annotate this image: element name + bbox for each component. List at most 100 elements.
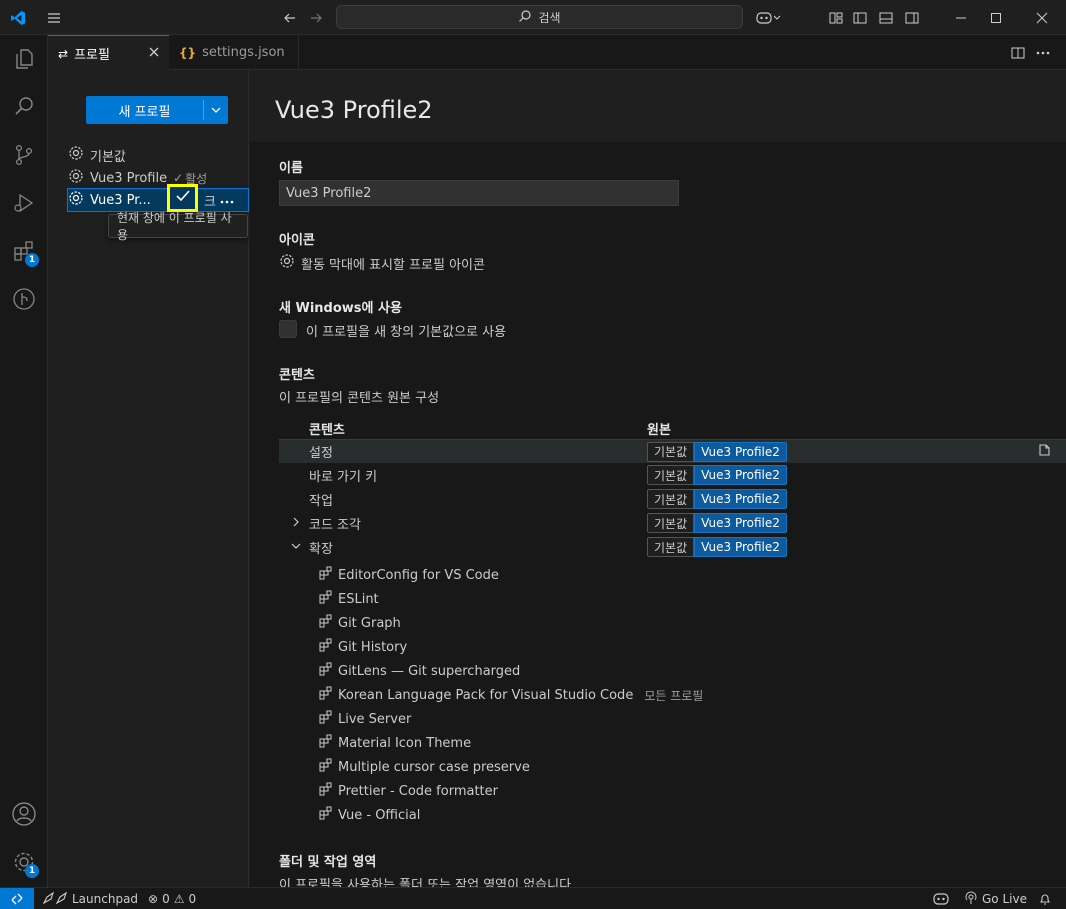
- tab-settings-json-label: settings.json: [202, 45, 285, 60]
- contents-table-header: 콘텐츠 원본: [279, 415, 1066, 439]
- table-row[interactable]: 코드 조각 기본값 Vue3 Profile2: [279, 511, 1066, 535]
- menu-icon[interactable]: [42, 0, 66, 35]
- extension-name: ESLint: [338, 591, 379, 607]
- search-label: 검색: [538, 10, 561, 25]
- close-tab-icon[interactable]: [149, 46, 159, 61]
- manage-badge: 1: [25, 864, 39, 878]
- customize-layout-icon[interactable]: [826, 0, 846, 35]
- source-toggle[interactable]: 기본값 Vue3 Profile2: [647, 513, 787, 533]
- extension-item[interactable]: Multiple cursor case preserve: [319, 755, 530, 779]
- chevron-down-icon[interactable]: [291, 540, 301, 554]
- extension-icon: [319, 638, 333, 656]
- extension-item[interactable]: Material Icon Theme: [319, 731, 471, 755]
- run-debug-icon[interactable]: [0, 179, 48, 227]
- extension-item[interactable]: Korean Language Pack for Visual Studio C…: [319, 683, 703, 707]
- toggle-secondary-sidebar-icon[interactable]: [902, 0, 922, 35]
- new-windows-checkbox[interactable]: [279, 320, 297, 338]
- search-icon: [518, 9, 532, 26]
- extensions-icon[interactable]: 1: [0, 227, 48, 275]
- chevron-right-icon[interactable]: [291, 516, 301, 530]
- maximize-icon[interactable]: [984, 0, 1008, 35]
- source-profile-option[interactable]: Vue3 Profile2: [694, 465, 787, 485]
- toggle-panel-icon[interactable]: [876, 0, 896, 35]
- icon-label: 아이콘: [279, 233, 315, 248]
- extension-item[interactable]: Git History: [319, 635, 407, 659]
- extension-item[interactable]: GitLens — Git supercharged: [319, 659, 520, 683]
- close-window-icon[interactable]: [1030, 0, 1054, 35]
- extension-item[interactable]: EditorConfig for VS Code: [319, 563, 499, 587]
- gear-icon[interactable]: [279, 253, 295, 273]
- source-profile-option[interactable]: Vue3 Profile2: [694, 441, 787, 462]
- toggle-sidebar-icon[interactable]: [850, 0, 870, 35]
- extension-name: EditorConfig for VS Code: [338, 567, 499, 583]
- extension-item[interactable]: Prettier - Code formatter: [319, 779, 498, 803]
- git-graph-icon[interactable]: [0, 275, 48, 323]
- source-profile-option[interactable]: Vue3 Profile2: [694, 537, 787, 557]
- extension-name: Live Server: [338, 711, 412, 727]
- extension-item[interactable]: ESLint: [319, 587, 379, 611]
- source-profile-option[interactable]: Vue3 Profile2: [694, 513, 787, 533]
- forward-arrow-icon[interactable]: [304, 0, 328, 35]
- use-profile-check-button[interactable]: [167, 184, 198, 212]
- problems-item[interactable]: ⊗ 0 ⚠ 0: [148, 888, 196, 909]
- folders-label: 폴더 및 작업 영역: [279, 855, 377, 870]
- row-name: 확장: [309, 541, 333, 557]
- source-toggle[interactable]: 기본값 Vue3 Profile2: [647, 489, 787, 509]
- table-row[interactable]: 작업 기본값 Vue3 Profile2: [279, 487, 1066, 511]
- source-default-option[interactable]: 기본값: [647, 513, 695, 533]
- tab-settings-json[interactable]: {} settings.json: [169, 35, 299, 70]
- source-default-option[interactable]: 기본값: [647, 537, 695, 557]
- search-view-icon[interactable]: [0, 83, 48, 131]
- accounts-icon[interactable]: [0, 790, 48, 838]
- source-toggle[interactable]: 기본값 Vue3 Profile2: [647, 441, 787, 462]
- minimize-icon[interactable]: [938, 0, 984, 35]
- gear-icon: [68, 168, 84, 188]
- new-profile-label[interactable]: 새 프로필: [86, 96, 203, 124]
- manage-gear-icon[interactable]: 1: [0, 838, 48, 886]
- icon-row[interactable]: 활동 막대에 표시할 프로필 아이콘: [279, 253, 485, 273]
- name-field[interactable]: [279, 180, 679, 206]
- tab-profiles-label: 프로필: [74, 48, 110, 63]
- command-center-search[interactable]: 검색: [336, 5, 743, 29]
- row-name: 바로 가기 키: [309, 469, 378, 485]
- copilot-icon[interactable]: [752, 0, 786, 35]
- more-actions-icon[interactable]: [220, 193, 234, 208]
- extension-name: Vue - Official: [338, 807, 421, 823]
- table-row[interactable]: 설정 기본값 Vue3 Profile2: [279, 439, 1066, 463]
- remote-indicator-icon[interactable]: [0, 888, 34, 909]
- more-actions-icon[interactable]: [1033, 35, 1053, 70]
- source-profile-option[interactable]: Vue3 Profile2: [694, 489, 787, 509]
- split-editor-icon[interactable]: [1008, 35, 1028, 70]
- source-toggle[interactable]: 기본값 Vue3 Profile2: [647, 537, 787, 557]
- extension-item[interactable]: Live Server: [319, 707, 411, 731]
- back-arrow-icon[interactable]: [278, 0, 302, 35]
- extension-icon: [319, 590, 333, 608]
- launchpad-item[interactable]: Launchpad: [42, 888, 138, 909]
- extension-icon: [319, 686, 333, 704]
- extension-name: Prettier - Code formatter: [338, 783, 498, 799]
- contents-desc: 이 프로필의 콘텐츠 원본 구성: [279, 391, 440, 406]
- notifications-bell-icon[interactable]: [1038, 888, 1052, 909]
- source-default-option[interactable]: 기본값: [647, 465, 695, 485]
- extension-item[interactable]: Git Graph: [319, 611, 401, 635]
- chevron-down-icon[interactable]: [204, 96, 228, 124]
- extension-name: Git History: [338, 639, 408, 655]
- go-live-item[interactable]: Go Live: [964, 888, 1027, 909]
- source-toggle[interactable]: 기본값 Vue3 Profile2: [647, 465, 787, 485]
- tab-profiles[interactable]: ⇄ 프로필: [48, 35, 169, 71]
- profile-item-default[interactable]: 기본값: [68, 144, 126, 166]
- extension-item[interactable]: Vue - Official: [319, 803, 420, 827]
- open-file-icon[interactable]: [1037, 443, 1051, 461]
- profile-item-vue3-profile2[interactable]: Vue3 Pr... 크: [67, 188, 249, 212]
- col-contents: 콘텐츠: [309, 423, 345, 438]
- broadcast-icon: [964, 891, 978, 908]
- copilot-status-icon[interactable]: [933, 888, 949, 909]
- source-default-option[interactable]: 기본값: [647, 489, 695, 509]
- extension-icon: [319, 782, 333, 800]
- new-profile-button[interactable]: 새 프로필: [86, 96, 228, 124]
- table-row[interactable]: 확장 기본값 Vue3 Profile2: [279, 535, 1066, 559]
- table-row[interactable]: 바로 가기 키 기본값 Vue3 Profile2: [279, 463, 1066, 487]
- source-default-option[interactable]: 기본값: [647, 441, 695, 462]
- source-control-icon[interactable]: [0, 131, 48, 179]
- explorer-icon[interactable]: [0, 35, 48, 83]
